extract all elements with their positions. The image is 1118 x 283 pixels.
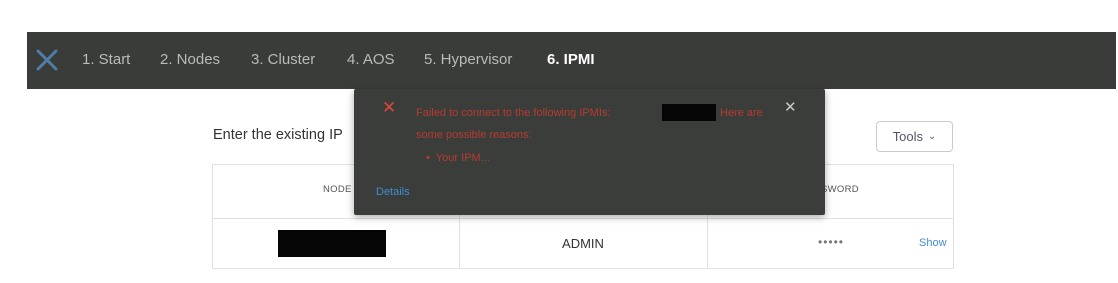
details-link[interactable]: Details: [376, 186, 410, 198]
username-cell[interactable]: ADMIN: [459, 236, 707, 251]
error-popover: ✕ Failed to connect to the following IPM…: [354, 89, 825, 215]
tools-button-label: Tools: [892, 129, 923, 144]
reason-text: Your IPM...: [435, 152, 490, 164]
close-icon[interactable]: ✕: [784, 100, 797, 115]
bullet-icon: •: [426, 152, 430, 164]
intro-text: Enter the existing IP: [213, 127, 343, 143]
error-message-line2: some possible reasons:: [416, 129, 532, 141]
redacted-ipmi-list: [662, 104, 716, 121]
chevron-down-icon: ⌄: [927, 131, 937, 142]
password-cell[interactable]: •••••: [818, 235, 844, 249]
show-password-link[interactable]: Show: [919, 237, 947, 249]
reason-list-item: • Your IPM...: [426, 152, 490, 164]
step-ipmi[interactable]: 6. IPMI: [547, 51, 595, 68]
step-start[interactable]: 1. Start: [82, 51, 130, 68]
tools-button[interactable]: Tools ⌄: [876, 121, 953, 152]
redacted-node-ip: [278, 230, 386, 257]
error-message-line1-end: Here are: [720, 107, 763, 119]
error-message-line1: Failed to connect to the following IPMIs…: [416, 107, 611, 119]
error-x-icon: ✕: [382, 98, 397, 117]
table-row: ADMIN ••••• Show: [213, 218, 953, 269]
header-password: SWORD: [821, 184, 859, 195]
column-divider: [707, 218, 708, 269]
step-hypervisor[interactable]: 5. Hypervisor: [424, 51, 512, 68]
step-nodes[interactable]: 2. Nodes: [160, 51, 220, 68]
step-cluster[interactable]: 3. Cluster: [251, 51, 315, 68]
wizard-nav-bar: 1. Start 2. Nodes 3. Cluster 4. AOS 5. H…: [27, 32, 1116, 89]
header-node: NODE: [323, 184, 352, 195]
nutanix-x-logo-icon: [36, 49, 58, 71]
step-aos[interactable]: 4. AOS: [347, 51, 395, 68]
